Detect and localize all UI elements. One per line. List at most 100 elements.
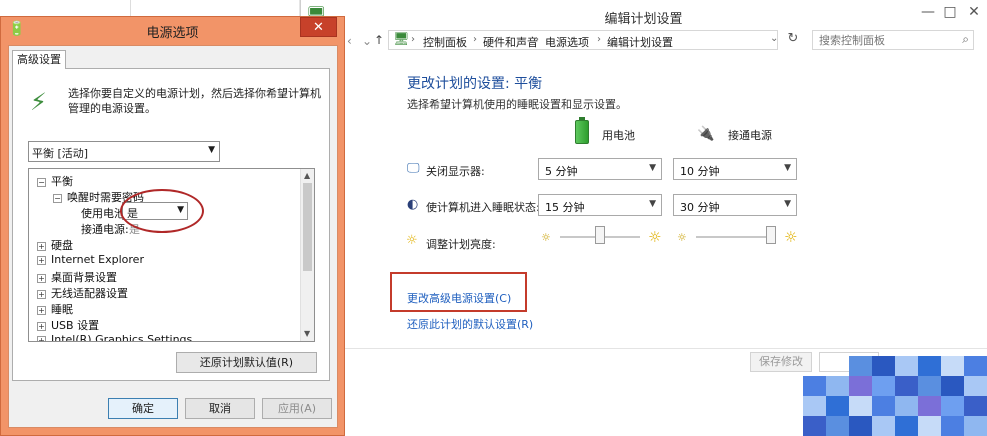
breadcrumb-separator-icon: › <box>473 34 477 45</box>
tree-item[interactable]: + 睡眠 <box>37 301 73 317</box>
expand-icon[interactable]: + <box>37 241 46 251</box>
slider-thumb[interactable] <box>766 226 776 244</box>
dialog-titlebar: 🔋 电源选项 <box>0 16 345 42</box>
brightness-low-icon: ☼ <box>677 231 687 244</box>
breadcrumb-item[interactable]: 编辑计划设置 <box>607 34 673 50</box>
mosaic-tile <box>872 396 895 416</box>
control-panel-icon: 🖥 <box>393 32 410 47</box>
slider-thumb[interactable] <box>595 226 605 244</box>
tab-advanced-settings[interactable]: 高级设置 <box>12 50 66 69</box>
maximize-button[interactable]: □ <box>940 4 960 20</box>
display-off-battery-select[interactable]: 5 分钟 ▼ <box>538 158 662 180</box>
select-value: 平衡 [活动] <box>32 147 89 160</box>
tree-label: Internet Explorer <box>51 253 144 266</box>
apply-button[interactable]: 应用(A) <box>262 398 332 419</box>
mosaic-tile <box>941 416 964 436</box>
scroll-down-icon[interactable]: ▼ <box>304 329 310 338</box>
dialog-cancel-button[interactable]: 取消 <box>185 398 255 419</box>
collapse-icon[interactable]: − <box>37 177 46 187</box>
address-dropdown-icon[interactable]: ⌄ <box>770 33 778 44</box>
mosaic-tile <box>941 396 964 416</box>
mosaic-tile <box>803 416 826 436</box>
restore-plan-defaults-button[interactable]: 还原计划默认值(R) <box>176 352 317 373</box>
chevron-down-icon: ▼ <box>649 163 656 173</box>
brightness-battery-slider[interactable] <box>560 226 640 248</box>
footer-divider <box>340 348 987 349</box>
display-off-label: 关闭显示器: <box>426 165 485 178</box>
mosaic-tile <box>849 376 872 396</box>
breadcrumb-separator-icon: › <box>597 34 601 45</box>
expand-icon[interactable]: + <box>37 289 46 299</box>
breadcrumb-item[interactable]: 控制面板 <box>423 34 467 50</box>
collapse-icon[interactable]: − <box>53 193 62 203</box>
plan-select[interactable]: 平衡 [活动] ▼ <box>28 141 220 162</box>
dialog-title: 电源选项 <box>146 26 199 41</box>
select-value: 10 分钟 <box>680 165 720 178</box>
power-plan-icon: ⚡ <box>30 88 47 116</box>
tree-item[interactable]: + USB 设置 <box>37 317 99 333</box>
breadcrumb-item[interactable]: 硬件和声音 <box>483 34 538 50</box>
mosaic-tile <box>872 356 895 376</box>
breadcrumb-separator-icon: › <box>411 34 415 45</box>
watermark-mosaic <box>803 356 987 436</box>
mosaic-tile <box>849 356 872 376</box>
brightness-high-icon: ☼ <box>784 228 798 246</box>
tree-plugged-label: 接通电源: <box>81 223 129 236</box>
main-window-title: 编辑计划设置 <box>604 12 683 27</box>
forward-dropdown-icon[interactable]: ⌄ <box>362 34 372 48</box>
mosaic-tile <box>849 396 872 416</box>
tree-item[interactable]: + 无线适配器设置 <box>37 285 128 301</box>
ok-button[interactable]: 确定 <box>108 398 178 419</box>
brightness-plugged-slider[interactable] <box>696 226 776 248</box>
sleep-battery-select[interactable]: 15 分钟 ▼ <box>538 194 662 216</box>
expand-icon[interactable]: + <box>37 255 46 265</box>
scroll-up-icon[interactable]: ▲ <box>304 171 310 180</box>
close-button[interactable]: ✕ <box>964 4 984 20</box>
search-input[interactable] <box>819 31 959 49</box>
col-plugged-label: 接通电源 <box>728 129 772 142</box>
tree-item[interactable]: + Intel(R) Graphics Settings <box>37 333 193 342</box>
mosaic-tile <box>918 356 941 376</box>
advanced-settings-link[interactable]: 更改高级电源设置(C) <box>407 290 511 306</box>
tree-label: 桌面背景设置 <box>51 271 117 284</box>
tree-item[interactable]: + Internet Explorer <box>37 253 144 266</box>
expand-icon[interactable]: + <box>37 335 46 341</box>
plug-icon: 🔌 <box>697 126 715 142</box>
mosaic-tile <box>803 376 826 396</box>
scrollbar-thumb[interactable] <box>303 183 312 271</box>
mosaic-tile <box>826 396 849 416</box>
tree-item-root[interactable]: − 平衡 <box>37 173 73 189</box>
search-icon[interactable]: ⌕ <box>962 32 969 47</box>
breadcrumb-item[interactable]: 电源选项 <box>545 34 589 50</box>
monitor-icon: 🖵 <box>407 161 420 176</box>
up-arrow-icon[interactable]: ↑ <box>374 33 384 47</box>
search-box[interactable]: ⌕ <box>812 30 974 50</box>
brightness-icon: ☼ <box>406 233 418 248</box>
mosaic-tile <box>872 376 895 396</box>
refresh-icon[interactable]: ↻ <box>783 31 803 49</box>
slider-track <box>696 236 776 238</box>
expand-icon[interactable]: + <box>37 305 46 315</box>
back-arrow-icon[interactable]: ‹ <box>347 34 352 48</box>
dialog-close-button[interactable]: ✕ <box>300 17 337 37</box>
mosaic-tile <box>872 416 895 436</box>
display-off-plugged-select[interactable]: 10 分钟 ▼ <box>673 158 797 180</box>
mosaic-tile <box>941 376 964 396</box>
sleep-plugged-select[interactable]: 30 分钟 ▼ <box>673 194 797 216</box>
main-titlebar: 🖥 编辑计划设置 — □ ✕ <box>300 0 987 30</box>
restore-defaults-link[interactable]: 还原此计划的默认设置(R) <box>407 316 533 332</box>
moon-icon: ◐ <box>407 197 419 212</box>
tree-scrollbar[interactable]: ▲ ▼ <box>300 169 314 341</box>
address-bar[interactable]: 🖥 › 控制面板 › 硬件和声音 › 电源选项 › 编辑计划设置 <box>388 30 778 50</box>
tree-item[interactable]: + 硬盘 <box>37 237 73 253</box>
minimize-button[interactable]: — <box>918 4 938 20</box>
tree-item[interactable]: + 桌面背景设置 <box>37 269 117 285</box>
mosaic-tile <box>964 356 987 376</box>
mosaic-tile <box>964 416 987 436</box>
tree-label: Intel(R) Graphics Settings <box>51 333 193 342</box>
expand-icon[interactable]: + <box>37 273 46 283</box>
expand-icon[interactable]: + <box>37 321 46 331</box>
tree-label: 平衡 <box>51 175 73 188</box>
breadcrumb-separator-icon: › <box>535 34 539 45</box>
mosaic-tile <box>826 376 849 396</box>
